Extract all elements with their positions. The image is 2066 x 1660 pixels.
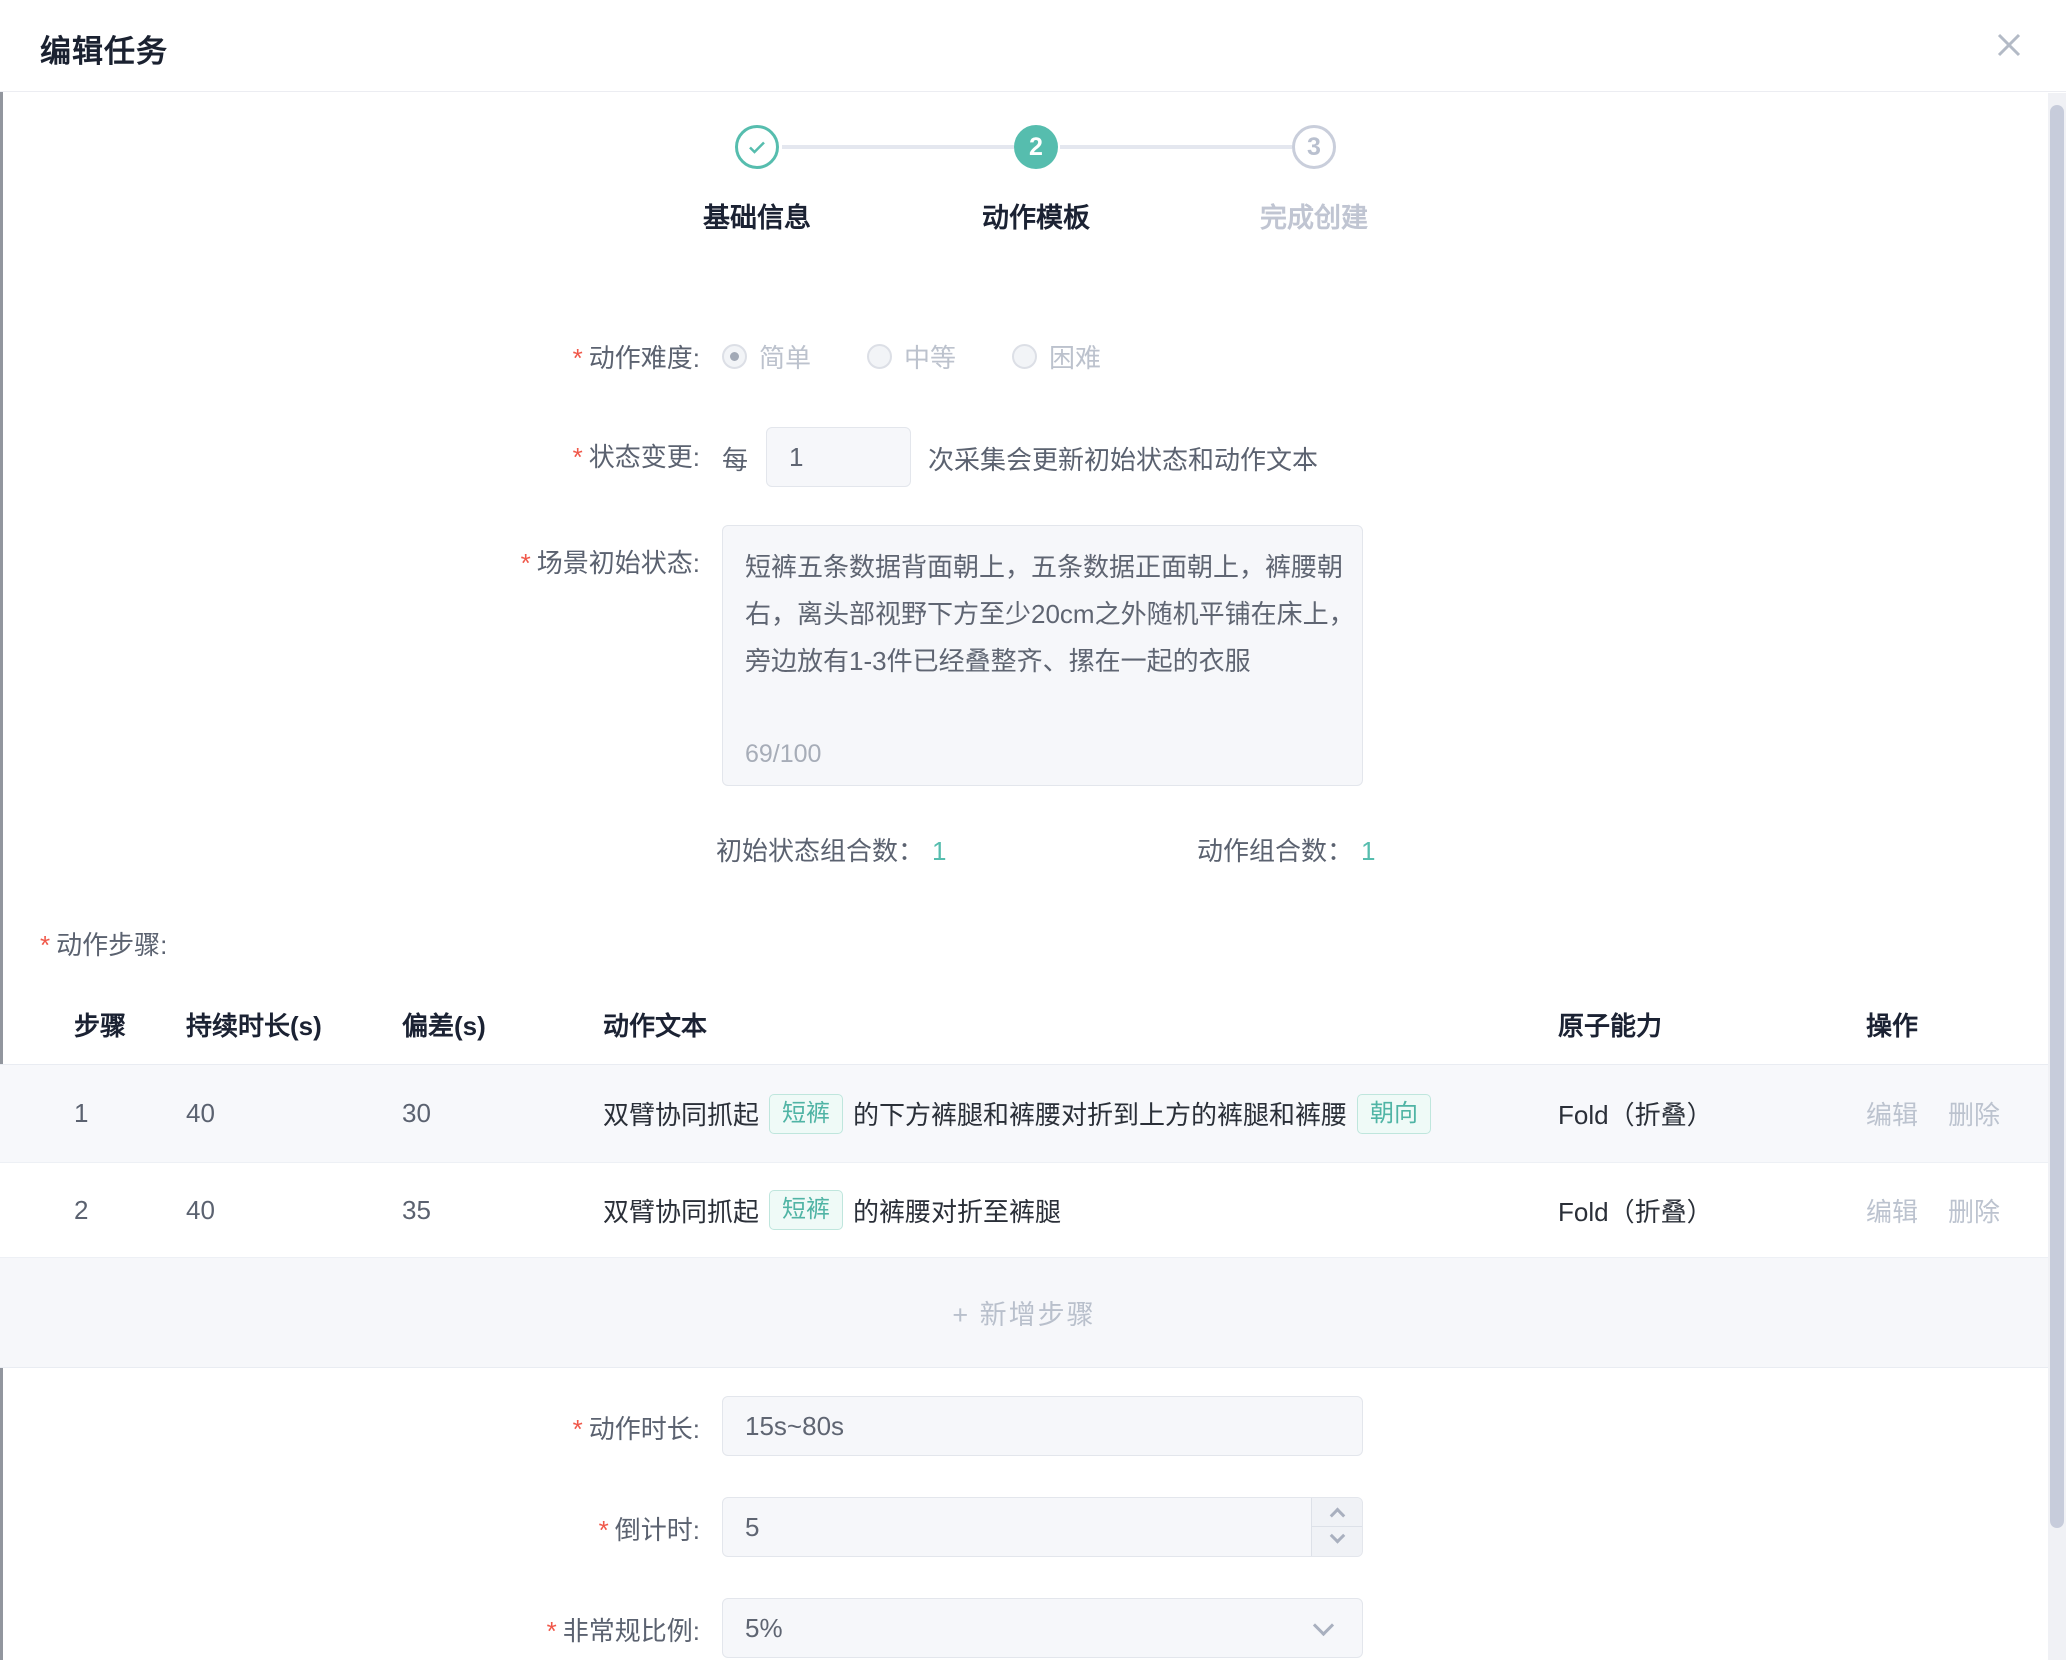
step-3-circle: 3: [1292, 125, 1336, 169]
spinner-down-button[interactable]: [1312, 1527, 1362, 1556]
col-header-duration: 持续时长(s): [186, 1006, 402, 1043]
radio-hard-circle[interactable]: [1012, 344, 1037, 369]
add-step-row: + 新增步骤: [0, 1258, 2048, 1368]
row1-operations: 编辑 删除: [1866, 1095, 2048, 1132]
char-counter: 69/100: [745, 740, 821, 769]
edit-link[interactable]: 编辑: [1866, 1192, 1918, 1229]
edit-task-dialog: 编辑任务 2 3 基础信息 动作模板 完成创建 *动作难度: 简单: [0, 0, 2066, 1660]
chevron-down-icon: [1329, 1528, 1345, 1544]
step-2-circle: 2: [1014, 125, 1058, 169]
countdown-label: *倒计时:: [0, 1513, 700, 1547]
state-change-suffix: 次采集会更新初始状态和动作文本: [928, 440, 1318, 477]
col-header-deviation: 偏差(s): [402, 1006, 603, 1043]
spinner-up-button[interactable]: [1312, 1498, 1362, 1527]
scene-state-textarea[interactable]: 短裤五条数据背面朝上，五条数据正面朝上，裤腰朝 右，离头部视野下方至少20cm之…: [722, 525, 1363, 786]
action-combo-value: 1: [1361, 836, 1375, 866]
object-tag: 短裤: [769, 1190, 843, 1230]
row1-action-text: 双臂协同抓起 短裤 的下方裤腿和裤腰对折到上方的裤腿和裤腰 朝向: [603, 1094, 1558, 1134]
action-combo-count: 动作组合数：1: [1197, 831, 1375, 868]
required-asterisk: *: [599, 1515, 609, 1545]
action-duration-input[interactable]: 15s~80s: [722, 1396, 1363, 1456]
dialog-left-edge: [0, 0, 3, 1660]
radio-medium[interactable]: 中等: [867, 338, 956, 375]
row2-step: 2: [0, 1195, 186, 1226]
row1-step: 1: [0, 1098, 186, 1129]
row2-ability: Fold（折叠）: [1558, 1192, 1866, 1229]
col-header-step: 步骤: [0, 1006, 186, 1043]
scene-state-label: *场景初始状态:: [0, 546, 700, 580]
check-icon: [745, 135, 769, 159]
table-row: 1 40 30 双臂协同抓起 短裤 的下方裤腿和裤腰对折到上方的裤腿和裤腰 朝向…: [0, 1065, 2048, 1163]
radio-medium-circle[interactable]: [867, 344, 892, 369]
close-icon[interactable]: [1992, 28, 2026, 62]
step-2-label: 动作模板: [916, 196, 1156, 235]
dialog-title: 编辑任务: [40, 26, 168, 71]
radio-hard-label: 困难: [1049, 338, 1101, 375]
row2-operations: 编辑 删除: [1866, 1192, 2048, 1229]
initial-combo-count: 初始状态组合数：1: [716, 831, 946, 868]
difficulty-radio-group: 简单 中等 困难: [722, 338, 1157, 375]
action-steps-table: 步骤 持续时长(s) 偏差(s) 动作文本 原子能力 操作 1 40 30 双臂…: [0, 985, 2048, 1368]
row2-duration: 40: [186, 1195, 402, 1226]
radio-easy-label: 简单: [759, 338, 811, 375]
chevron-up-icon: [1329, 1507, 1345, 1523]
unusual-ratio-select[interactable]: 5%: [722, 1598, 1363, 1658]
required-asterisk: *: [521, 548, 531, 578]
object-tag: 短裤: [769, 1094, 843, 1134]
action-steps-label: *动作步骤:: [40, 925, 167, 962]
add-step-button[interactable]: + 新增步骤: [952, 1293, 1095, 1332]
row2-action-text: 双臂协同抓起 短裤 的裤腰对折至裤腿: [603, 1190, 1558, 1230]
countdown-spinner: [1311, 1498, 1362, 1556]
required-asterisk: *: [40, 930, 50, 960]
initial-combo-value: 1: [932, 836, 946, 866]
row1-ability: Fold（折叠）: [1558, 1095, 1866, 1132]
scene-text-line: 右，离头部视野下方至少20cm之外随机平铺在床上，: [745, 591, 1340, 638]
row1-duration: 40: [186, 1098, 402, 1129]
step-3-label: 完成创建: [1194, 196, 1434, 235]
col-header-action-text: 动作文本: [603, 1006, 1558, 1043]
col-header-operations: 操作: [1866, 1006, 2048, 1043]
delete-link[interactable]: 删除: [1948, 1095, 2000, 1132]
row1-deviation: 30: [402, 1098, 603, 1129]
table-row: 2 40 35 双臂协同抓起 短裤 的裤腰对折至裤腿 Fold（折叠） 编辑 删…: [0, 1163, 2048, 1258]
step-2-number: 2: [1029, 133, 1043, 162]
col-header-ability: 原子能力: [1558, 1006, 1866, 1043]
required-asterisk: *: [547, 1616, 557, 1646]
step-3-number: 3: [1307, 133, 1321, 162]
table-header-row: 步骤 持续时长(s) 偏差(s) 动作文本 原子能力 操作: [0, 985, 2048, 1065]
state-change-input[interactable]: 1: [766, 427, 911, 487]
required-asterisk: *: [573, 343, 583, 373]
action-duration-label: *动作时长:: [0, 1412, 700, 1446]
delete-link[interactable]: 删除: [1948, 1192, 2000, 1229]
step-1-label: 基础信息: [637, 196, 877, 235]
radio-easy-circle[interactable]: [722, 344, 747, 369]
countdown-input[interactable]: 5: [722, 1497, 1363, 1557]
scrollbar-thumb[interactable]: [2050, 105, 2064, 1528]
radio-medium-label: 中等: [904, 338, 956, 375]
scene-text-line: 短裤五条数据背面朝上，五条数据正面朝上，裤腰朝: [745, 544, 1340, 591]
row2-deviation: 35: [402, 1195, 603, 1226]
unusual-ratio-label: *非常规比例:: [0, 1614, 700, 1648]
orientation-tag: 朝向: [1357, 1094, 1431, 1134]
edit-link[interactable]: 编辑: [1866, 1095, 1918, 1132]
dialog-header: 编辑任务: [0, 0, 2066, 92]
step-connector-2: [1060, 145, 1292, 149]
state-change-prefix: 每: [722, 440, 748, 477]
scene-text-line: 旁边放有1-3件已经叠整齐、摞在一起的衣服: [745, 638, 1340, 685]
step-1-circle: [735, 125, 779, 169]
scrollbar-track[interactable]: [2048, 93, 2066, 1660]
radio-hard[interactable]: 困难: [1012, 338, 1101, 375]
radio-easy[interactable]: 简单: [722, 338, 811, 375]
state-change-label: *状态变更:: [0, 440, 700, 474]
difficulty-label: *动作难度:: [0, 341, 700, 375]
required-asterisk: *: [573, 442, 583, 472]
required-asterisk: *: [573, 1414, 583, 1444]
step-connector-1: [782, 145, 1014, 149]
